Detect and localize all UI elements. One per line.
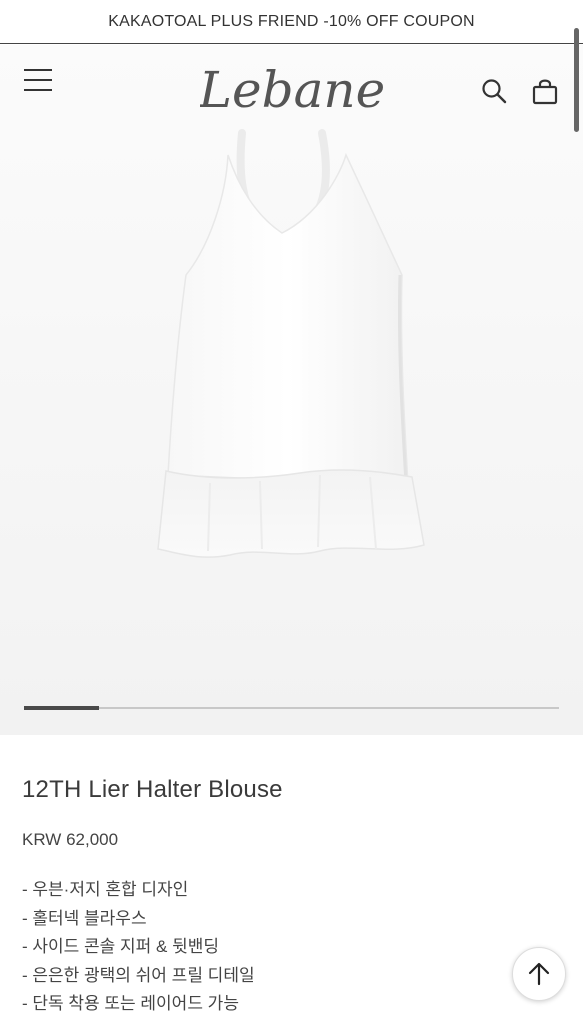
product-price: KRW 62,000: [22, 830, 119, 849]
feature-item: - 홀터넥 블라우스: [22, 908, 147, 928]
feature-item: - 사이드 콘솔 지퍼 & 뒷밴딩: [22, 937, 220, 956]
feature-item: - 은은한 광택의 쉬어 프릴 디테일: [22, 965, 255, 985]
announcement-text: KAKAOTOAL PLUS FRIEND -10% OFF COUPON: [108, 12, 475, 30]
scroll-to-top-button[interactable]: [512, 947, 566, 1001]
arrow-up-icon: [528, 962, 550, 986]
product-image: [157, 129, 425, 558]
product-feature-list: - 우븐·저지 혼합 디자인 - 홀터넥 블라우스 - 사이드 콘솔 지퍼 & …: [22, 876, 255, 1019]
gallery-slider-progress: [24, 706, 99, 710]
svg-text:Lebane: Lebane: [200, 61, 385, 119]
feature-item: - 우븐·저지 혼합 디자인: [22, 880, 189, 899]
gallery-slider[interactable]: [24, 706, 559, 710]
product-image-gallery[interactable]: [0, 45, 583, 735]
product-title: 12TH Lier Halter Blouse: [22, 776, 283, 803]
menu-icon[interactable]: [24, 69, 52, 91]
page-scrollbar[interactable]: [574, 28, 579, 132]
shopping-bag-icon[interactable]: [532, 77, 558, 105]
feature-item: - 단독 착용 또는 레이어드 가능: [22, 994, 239, 1013]
announcement-bar[interactable]: KAKAOTOAL PLUS FRIEND -10% OFF COUPON: [0, 0, 583, 44]
site-header: Lebane: [0, 45, 583, 130]
search-icon[interactable]: [481, 78, 507, 104]
brand-logo[interactable]: Lebane: [200, 55, 385, 125]
